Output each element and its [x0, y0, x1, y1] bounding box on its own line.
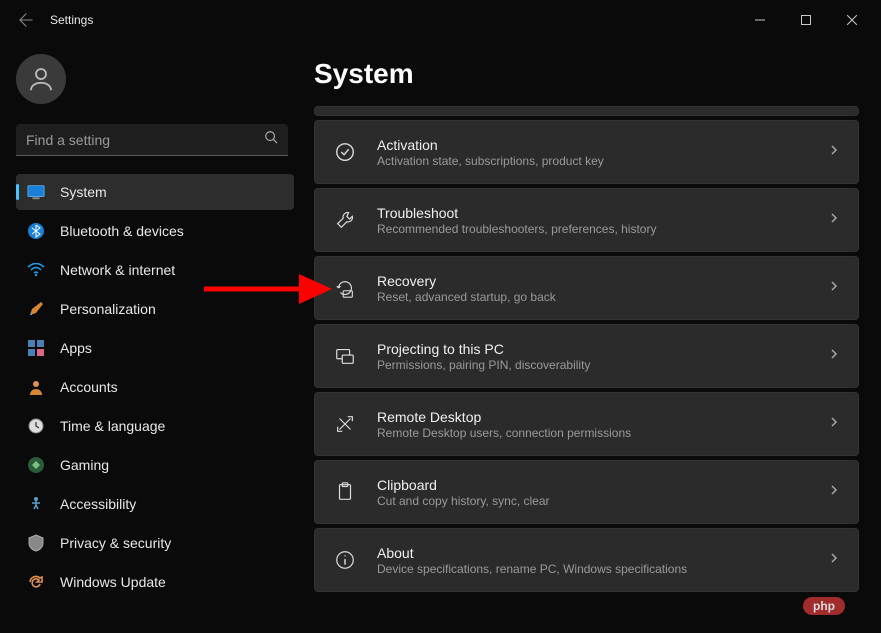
troubleshoot-icon: [333, 208, 357, 232]
card-desc: Remote Desktop users, connection permiss…: [377, 426, 808, 440]
chevron-right-icon: [828, 415, 840, 433]
close-icon: [847, 15, 857, 25]
bluetooth-icon: [26, 221, 46, 241]
card-title: About: [377, 545, 808, 561]
sidebar-item-accounts[interactable]: Accounts: [16, 369, 294, 405]
sidebar-item-apps[interactable]: Apps: [16, 330, 294, 366]
sidebar-item-update[interactable]: Windows Update: [16, 564, 294, 600]
sidebar-item-label: Accounts: [60, 379, 118, 395]
card-title: Troubleshoot: [377, 205, 808, 221]
maximize-icon: [801, 15, 811, 25]
system-icon: [26, 182, 46, 202]
window-title: Settings: [50, 13, 93, 27]
setting-card-troubleshoot[interactable]: Troubleshoot Recommended troubleshooters…: [314, 188, 859, 252]
sidebar-item-label: Apps: [60, 340, 92, 356]
watermark-badge: php: [803, 597, 845, 615]
titlebar: Settings: [0, 0, 881, 40]
shield-icon: [26, 533, 46, 553]
sidebar-item-personalization[interactable]: Personalization: [16, 291, 294, 327]
chevron-right-icon: [828, 347, 840, 365]
person-icon: [26, 64, 56, 94]
nav-list: System Bluetooth & devices Network & int…: [16, 174, 294, 600]
paintbrush-icon: [26, 299, 46, 319]
setting-card-truncated[interactable]: [314, 106, 859, 116]
main-content: System Activation Activation state, subs…: [310, 40, 881, 633]
sidebar-item-label: Network & internet: [60, 262, 175, 278]
sidebar-item-gaming[interactable]: Gaming: [16, 447, 294, 483]
card-desc: Activation state, subscriptions, product…: [377, 154, 808, 168]
settings-list: Activation Activation state, subscriptio…: [314, 106, 859, 592]
minimize-icon: [755, 15, 765, 25]
card-title: Activation: [377, 137, 808, 153]
minimize-button[interactable]: [737, 4, 783, 36]
setting-card-about[interactable]: About Device specifications, rename PC, …: [314, 528, 859, 592]
card-desc: Cut and copy history, sync, clear: [377, 494, 808, 508]
close-button[interactable]: [829, 4, 875, 36]
card-desc: Recommended troubleshooters, preferences…: [377, 222, 808, 236]
recovery-icon: [333, 276, 357, 300]
sidebar-item-label: Privacy & security: [60, 535, 171, 551]
setting-card-remote[interactable]: Remote Desktop Remote Desktop users, con…: [314, 392, 859, 456]
card-desc: Permissions, pairing PIN, discoverabilit…: [377, 358, 808, 372]
sidebar-item-label: Time & language: [60, 418, 165, 434]
page-title: System: [314, 58, 859, 90]
setting-card-clipboard[interactable]: Clipboard Cut and copy history, sync, cl…: [314, 460, 859, 524]
update-icon: [26, 572, 46, 592]
sidebar-item-network[interactable]: Network & internet: [16, 252, 294, 288]
sidebar-item-label: Accessibility: [60, 496, 136, 512]
chevron-right-icon: [828, 211, 840, 229]
card-title: Projecting to this PC: [377, 341, 808, 357]
sidebar-item-privacy[interactable]: Privacy & security: [16, 525, 294, 561]
card-desc: Device specifications, rename PC, Window…: [377, 562, 808, 576]
gaming-icon: [26, 455, 46, 475]
chevron-right-icon: [828, 483, 840, 501]
accounts-icon: [26, 377, 46, 397]
search-input[interactable]: [16, 126, 288, 154]
sidebar-item-time[interactable]: Time & language: [16, 408, 294, 444]
card-desc: Reset, advanced startup, go back: [377, 290, 808, 304]
accessibility-icon: [26, 494, 46, 514]
chevron-right-icon: [828, 279, 840, 297]
sidebar: System Bluetooth & devices Network & int…: [0, 40, 310, 633]
account-header[interactable]: [16, 54, 294, 104]
about-icon: [333, 548, 357, 572]
sidebar-item-label: Bluetooth & devices: [60, 223, 184, 239]
sidebar-item-label: Personalization: [60, 301, 156, 317]
setting-card-projecting[interactable]: Projecting to this PC Permissions, pairi…: [314, 324, 859, 388]
avatar: [16, 54, 66, 104]
back-arrow-icon: [19, 13, 33, 27]
sidebar-item-accessibility[interactable]: Accessibility: [16, 486, 294, 522]
remote-icon: [333, 412, 357, 436]
card-title: Clipboard: [377, 477, 808, 493]
chevron-right-icon: [828, 551, 840, 569]
apps-icon: [26, 338, 46, 358]
projecting-icon: [333, 344, 357, 368]
sidebar-item-bluetooth[interactable]: Bluetooth & devices: [16, 213, 294, 249]
wifi-icon: [26, 260, 46, 280]
clock-icon: [26, 416, 46, 436]
chevron-right-icon: [828, 143, 840, 161]
clipboard-icon: [333, 480, 357, 504]
setting-card-recovery[interactable]: Recovery Reset, advanced startup, go bac…: [314, 256, 859, 320]
activation-icon: [333, 140, 357, 164]
sidebar-item-label: Gaming: [60, 457, 109, 473]
maximize-button[interactable]: [783, 4, 829, 36]
sidebar-item-label: System: [60, 184, 107, 200]
sidebar-item-label: Windows Update: [60, 574, 166, 590]
search-box[interactable]: [16, 124, 288, 156]
sidebar-item-system[interactable]: System: [16, 174, 294, 210]
setting-card-activation[interactable]: Activation Activation state, subscriptio…: [314, 120, 859, 184]
card-title: Remote Desktop: [377, 409, 808, 425]
card-title: Recovery: [377, 273, 808, 289]
back-button[interactable]: [6, 0, 46, 40]
window-controls: [737, 4, 875, 36]
search-icon: [264, 130, 278, 149]
